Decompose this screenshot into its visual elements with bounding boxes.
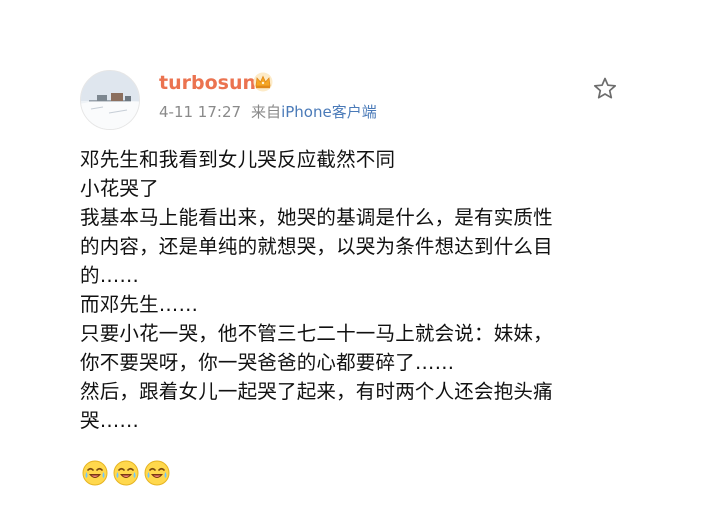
source-prefix: 来自 [251,103,282,121]
crying-laughing-emoji [82,460,108,486]
star-icon[interactable] [592,76,618,102]
post-meta: 4-11 17:27 来自iPhone客户端 [159,102,377,122]
post-line: 小花哭了 [80,177,159,200]
post-time: 4-11 17:27 [159,103,242,121]
crown-icon [253,72,273,92]
source-device-link[interactable]: iPhone客户端 [281,103,377,121]
post-line: 的内容，还是单纯的就想哭，以哭为条件想达到什么目 [80,235,553,258]
emoji-row [82,460,170,486]
post-content: 邓先生和我看到女儿哭反应截然不同 小花哭了 我基本马上能看出来，她哭的基调是什么… [80,145,625,435]
post-line: 邓先生和我看到女儿哭反应截然不同 [80,148,396,171]
avatar[interactable] [80,70,140,130]
post-line: 只要小花一哭，他不管三七二十一马上就会说：妹妹， [80,322,553,345]
post-line: 你不要哭呀，你一哭爸爸的心都要碎了…… [80,351,455,374]
post-line: 的…… [80,264,140,287]
weibo-post: turbosun 4-11 17:27 来自iPhone客户端 邓先生和我看到女儿… [0,0,703,519]
post-line: 而邓先生…… [80,293,199,316]
post-line: 然后，跟着女儿一起哭了起来，有时两个人还会抱头痛 [80,380,553,403]
crying-laughing-emoji [113,460,139,486]
post-line: 我基本马上能看出来，她哭的基调是什么，是有实质性 [80,206,553,229]
username[interactable]: turbosun [159,71,256,95]
crying-laughing-emoji [144,460,170,486]
post-line: 哭…… [80,409,140,432]
